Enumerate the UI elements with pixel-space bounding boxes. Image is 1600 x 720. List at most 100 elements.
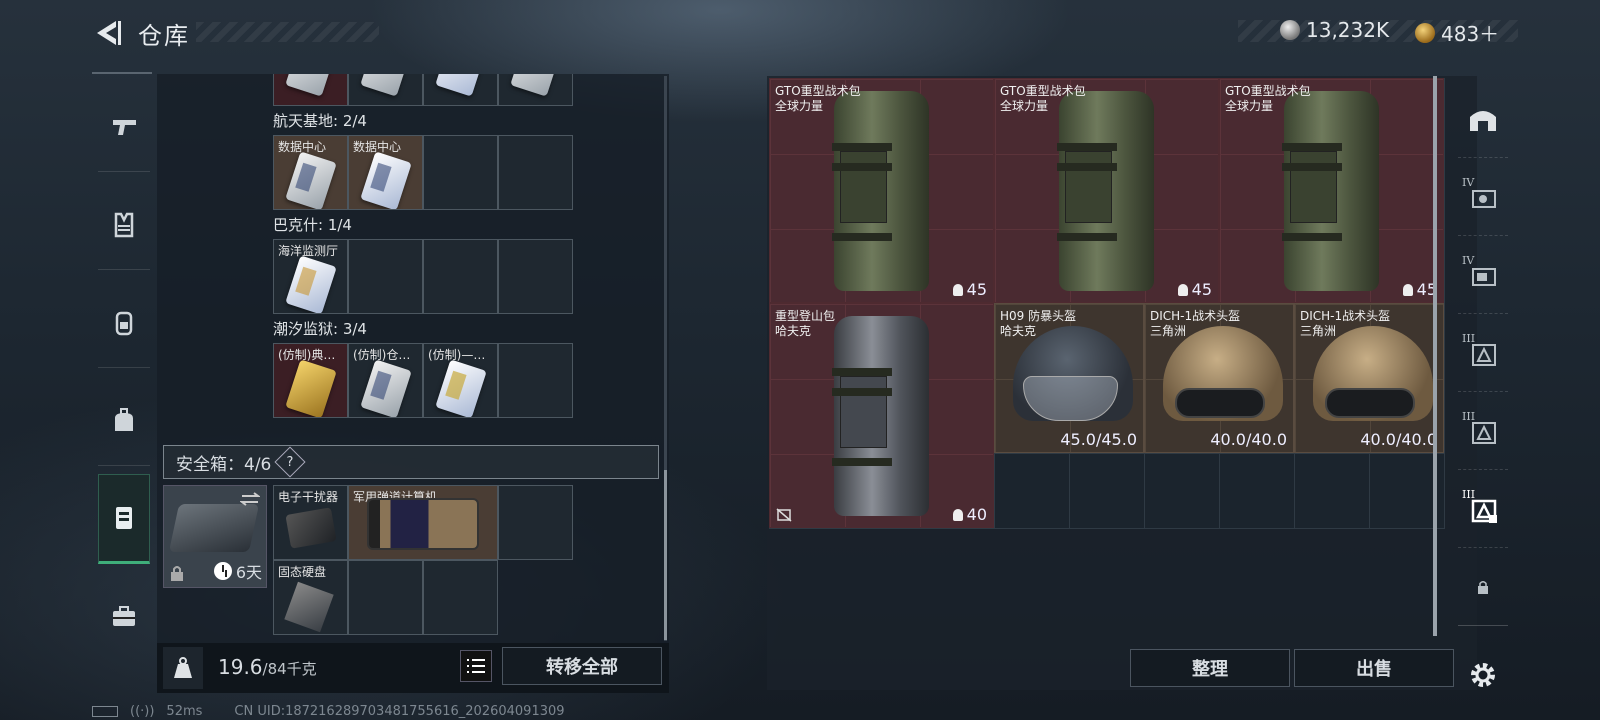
safebox-duration: 6天 [213,559,262,583]
tab-locked[interactable] [1458,548,1508,626]
transfer-all-button[interactable]: 转移全部 [502,647,662,685]
safebox-icon [116,507,132,529]
nav-backpacks[interactable] [98,278,150,368]
left-scrollbar-thumb[interactable] [664,470,667,640]
clock-icon [213,562,232,580]
keycard-slot[interactable]: 海洋监测厅 [273,239,348,314]
storage-item[interactable]: DICH-1战术头盔 三角洲 40.0/40.0 [1294,303,1444,453]
storage-item[interactable]: H09 防暴头盔 哈夫克 45.0/45.0 [994,303,1144,453]
weight-icon [163,647,203,689]
weight-icon [952,283,963,296]
tier-label: III [1462,410,1476,423]
item-name: 电子干扰器 [278,490,339,504]
pistol-icon [113,119,136,135]
nav-cases[interactable] [98,572,150,662]
help-button[interactable]: ? [274,446,306,478]
left-category-nav [92,72,152,672]
safebox-header: 安全箱：4/6 ? [163,445,659,479]
keycard-slot[interactable]: (仿制)典… [273,343,348,418]
empty-slot[interactable] [348,239,423,314]
empty-slot[interactable] [498,343,573,418]
item-durability: 40.0/40.0 [1210,430,1287,449]
tab-storage-iii-b[interactable]: III [1458,392,1508,470]
item-brand: 三角洲 [1150,324,1187,338]
swap-icon[interactable] [240,492,260,506]
header-stripe [196,22,379,42]
gold-currency[interactable]: 483＋ [1415,18,1499,47]
empty-slot[interactable] [498,485,573,560]
back-arrow-icon[interactable] [92,18,122,48]
weight-icon [952,508,963,521]
keycard-slot[interactable]: 数据中心 [273,135,348,210]
silver-currency-value: 13,232K [1306,18,1390,42]
keycard-name: (仿制)仓… [353,348,411,362]
keycard-slot[interactable] [273,74,348,106]
safe-item-ballistic-computer[interactable]: 军用弹道计算机 [348,485,498,560]
keycard-slot[interactable] [423,74,498,106]
storage-tabs: IV IV III III III [1458,76,1508,687]
weight-readout: 19.6/84千克 [218,655,317,679]
keycard-slot[interactable] [498,74,573,106]
nav-bags[interactable] [98,376,150,466]
sell-button[interactable]: 出售 [1294,649,1454,687]
tab-storage-iv-a[interactable]: IV [1458,158,1508,236]
nav-safebox[interactable] [98,474,150,564]
item-name: 固态硬盘 [278,565,327,579]
safebox-case-image [168,504,260,552]
safe-item-jammer[interactable]: 电子干扰器 [273,485,348,560]
storage-item[interactable]: 重型登山包 哈夫克 40 [769,303,994,528]
item-brand: 哈夫克 [1000,324,1037,338]
sort-button[interactable]: 整理 [1130,649,1290,687]
empty-slot[interactable] [423,239,498,314]
keycard-row-partial [273,74,573,106]
safebox-container[interactable]: 6天 [163,485,267,588]
item-brand: 全球力量 [1000,99,1049,113]
gold-currency-value: 483＋ [1441,22,1500,46]
tier-label: IV [1462,176,1475,189]
gear-icon [1471,663,1495,687]
keycard-slot[interactable] [348,74,423,106]
tab-storage-iii-c[interactable]: III [1458,470,1508,548]
ping-value: 52ms [166,704,203,719]
storage-item[interactable]: GTO重型战术包 全球力量 45 [994,78,1219,303]
weight-icon [1402,283,1413,296]
list-icon [467,659,485,673]
keycard-row-tidal-prison: (仿制)典… (仿制)仓… (仿制)—… [273,343,573,418]
tab-storage-iv-b[interactable]: IV [1458,236,1508,314]
keycard-name: (仿制)—… [428,348,486,362]
keycard-name: 海洋监测厅 [278,244,339,258]
settings-button[interactable] [1458,636,1508,714]
empty-slot[interactable] [423,135,498,210]
keycard-slot[interactable]: 数据中心 [348,135,423,210]
item-durability: 40.0/40.0 [1360,430,1437,449]
nav-armor[interactable] [98,180,150,270]
storage-item[interactable]: GTO重型战术包 全球力量 45 [769,78,994,303]
item-capacity: 40 [952,505,987,524]
storage-item[interactable]: DICH-1战术头盔 三角洲 40.0/40.0 [1144,303,1294,453]
right-scrollbar[interactable] [1433,76,1437,636]
wifi-icon: ((·)) [130,704,155,719]
tab-storage-iii-a[interactable]: III [1458,314,1508,392]
tab-warehouse[interactable] [1458,80,1508,158]
empty-slot[interactable] [348,560,423,635]
item-brand: 全球力量 [1225,99,1274,113]
weight-current: 19.6 [218,655,263,679]
empty-slot[interactable] [423,560,498,635]
safebox-days-value: 6天 [235,563,262,582]
list-view-button[interactable] [460,650,492,682]
backpack-image [832,316,929,516]
storage-item[interactable]: GTO重型战术包 全球力量 45 [1219,78,1444,303]
keycard-slot[interactable]: (仿制)—… [423,343,498,418]
keycard-slot[interactable]: (仿制)仓… [348,343,423,418]
empty-slot[interactable] [498,135,573,210]
nav-weapons[interactable] [98,82,150,172]
vest-icon [114,212,134,237]
safebox-label: 安全箱：4/6 [176,454,272,475]
silver-currency[interactable]: 13,232K [1280,18,1389,42]
keycard-group-label: 航天基地: 2/4 [273,112,367,130]
backpack-image [1282,91,1379,291]
no-insure-icon [776,508,792,522]
empty-slot[interactable] [498,239,573,314]
safe-item-ssd[interactable]: 固态硬盘 [273,560,348,635]
weight-capacity: /84千克 [262,660,317,678]
